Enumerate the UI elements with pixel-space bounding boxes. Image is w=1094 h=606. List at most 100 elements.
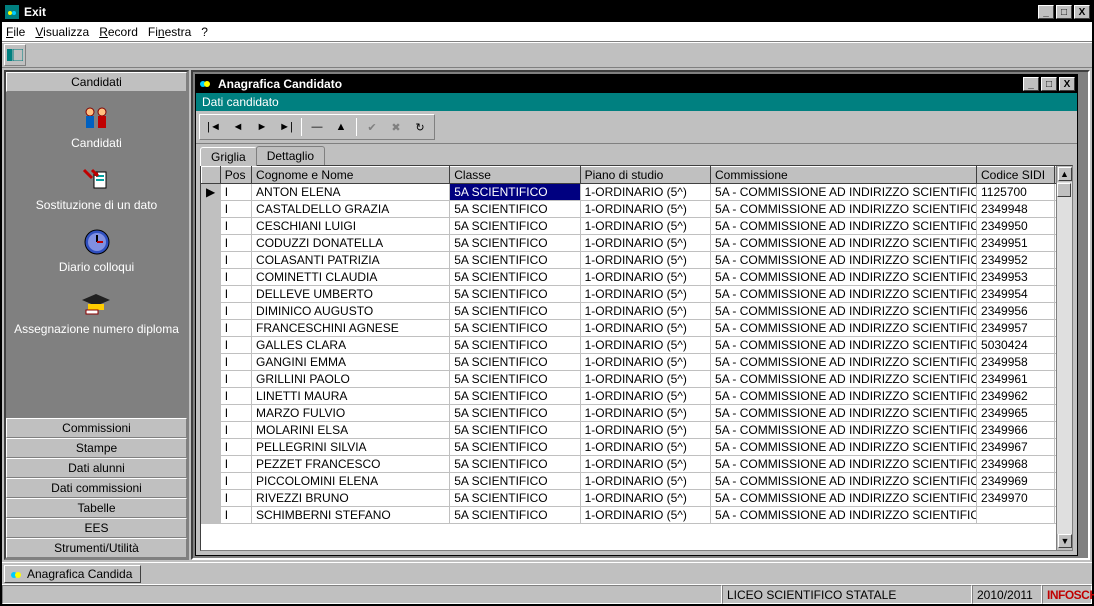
cell-comm[interactable]: 5A - COMMISSIONE AD INDIRIZZO SCIENTIFIC… bbox=[711, 371, 977, 388]
cell-sidi[interactable]: 2349958 bbox=[977, 354, 1055, 371]
cell-piano[interactable]: 1-ORDINARIO (5^) bbox=[580, 388, 710, 405]
cell-comm[interactable]: 5A - COMMISSIONE AD INDIRIZZO SCIENTIFIC… bbox=[711, 201, 977, 218]
cell-piano[interactable]: 1-ORDINARIO (5^) bbox=[580, 371, 710, 388]
table-row[interactable]: ICASTALDELLO GRAZIA5A SCIENTIFICO1-ORDIN… bbox=[202, 201, 1072, 218]
cell-pos[interactable]: I bbox=[220, 371, 251, 388]
menu-help[interactable]: ? bbox=[201, 25, 208, 39]
cell-pos[interactable]: I bbox=[220, 473, 251, 490]
cell-classe[interactable]: 5A SCIENTIFICO bbox=[450, 354, 580, 371]
cell-sidi[interactable]: 2349952 bbox=[977, 252, 1055, 269]
cell-pos[interactable]: I bbox=[220, 201, 251, 218]
cell-pos[interactable]: I bbox=[220, 286, 251, 303]
cell-nome[interactable]: GALLES CLARA bbox=[252, 337, 450, 354]
cell-nome[interactable]: MOLARINI ELSA bbox=[252, 422, 450, 439]
scroll-up-button[interactable]: ▲ bbox=[1058, 167, 1072, 181]
cell-classe[interactable]: 5A SCIENTIFICO bbox=[450, 371, 580, 388]
cell-pos[interactable]: I bbox=[220, 337, 251, 354]
cell-pos[interactable]: I bbox=[220, 507, 251, 524]
cell-sidi[interactable]: 2349968 bbox=[977, 456, 1055, 473]
cell-pos[interactable]: I bbox=[220, 303, 251, 320]
cell-nome[interactable]: GRILLINI PAOLO bbox=[252, 371, 450, 388]
sidebar-button-stampe[interactable]: Stampe bbox=[6, 438, 187, 458]
cell-sidi[interactable]: 2349956 bbox=[977, 303, 1055, 320]
cell-classe[interactable]: 5A SCIENTIFICO bbox=[450, 422, 580, 439]
cell-nome[interactable]: FRANCESCHINI AGNESE bbox=[252, 320, 450, 337]
table-row[interactable]: IPELLEGRINI SILVIA5A SCIENTIFICO1-ORDINA… bbox=[202, 439, 1072, 456]
table-row[interactable]: IGALLES CLARA5A SCIENTIFICO1-ORDINARIO (… bbox=[202, 337, 1072, 354]
cell-piano[interactable]: 1-ORDINARIO (5^) bbox=[580, 218, 710, 235]
cell-sidi[interactable]: 2349965 bbox=[977, 405, 1055, 422]
nav-first-button[interactable]: |◄ bbox=[202, 117, 226, 137]
cell-piano[interactable]: 1-ORDINARIO (5^) bbox=[580, 286, 710, 303]
cell-classe[interactable]: 5A SCIENTIFICO bbox=[450, 456, 580, 473]
table-row[interactable]: IPEZZET FRANCESCO5A SCIENTIFICO1-ORDINAR… bbox=[202, 456, 1072, 473]
cell-classe[interactable]: 5A SCIENTIFICO bbox=[450, 269, 580, 286]
sidebar-header-candidati[interactable]: Candidati bbox=[6, 72, 187, 92]
cell-comm[interactable]: 5A - COMMISSIONE AD INDIRIZZO SCIENTIFIC… bbox=[711, 507, 977, 524]
cell-piano[interactable]: 1-ORDINARIO (5^) bbox=[580, 507, 710, 524]
sidebar-button-dati-alunni[interactable]: Dati alunni bbox=[6, 458, 187, 478]
cell-sidi[interactable]: 2349970 bbox=[977, 490, 1055, 507]
cell-comm[interactable]: 5A - COMMISSIONE AD INDIRIZZO SCIENTIFIC… bbox=[711, 354, 977, 371]
table-row[interactable]: ▶IANTON ELENA5A SCIENTIFICO1-ORDINARIO (… bbox=[202, 184, 1072, 201]
sidebar-button-dati-commissioni[interactable]: Dati commissioni bbox=[6, 478, 187, 498]
cell-piano[interactable]: 1-ORDINARIO (5^) bbox=[580, 269, 710, 286]
insert-button[interactable]: ▲ bbox=[329, 117, 353, 137]
cell-nome[interactable]: PEZZET FRANCESCO bbox=[252, 456, 450, 473]
cancel-button[interactable]: ✖ bbox=[384, 117, 408, 137]
cell-classe[interactable]: 5A SCIENTIFICO bbox=[450, 252, 580, 269]
col-nome[interactable]: Cognome e Nome bbox=[252, 167, 450, 184]
cell-classe[interactable]: 5A SCIENTIFICO bbox=[450, 439, 580, 456]
task-item-anagrafica[interactable]: Anagrafica Candida bbox=[4, 565, 141, 583]
cell-classe[interactable]: 5A SCIENTIFICO bbox=[450, 235, 580, 252]
cell-classe[interactable]: 5A SCIENTIFICO bbox=[450, 303, 580, 320]
child-minimize-button[interactable]: _ bbox=[1023, 77, 1039, 91]
table-row[interactable]: IGRILLINI PAOLO5A SCIENTIFICO1-ORDINARIO… bbox=[202, 371, 1072, 388]
table-row[interactable]: IMOLARINI ELSA5A SCIENTIFICO1-ORDINARIO … bbox=[202, 422, 1072, 439]
cell-classe[interactable]: 5A SCIENTIFICO bbox=[450, 337, 580, 354]
maximize-button[interactable]: □ bbox=[1056, 5, 1072, 19]
sidebar-button-strumenti-utilit-[interactable]: Strumenti/Utilità bbox=[6, 538, 187, 558]
cell-piano[interactable]: 1-ORDINARIO (5^) bbox=[580, 184, 710, 201]
cell-sidi[interactable]: 2349953 bbox=[977, 269, 1055, 286]
cell-comm[interactable]: 5A - COMMISSIONE AD INDIRIZZO SCIENTIFIC… bbox=[711, 439, 977, 456]
cell-pos[interactable]: I bbox=[220, 354, 251, 371]
cell-pos[interactable]: I bbox=[220, 439, 251, 456]
table-row[interactable]: IFRANCESCHINI AGNESE5A SCIENTIFICO1-ORDI… bbox=[202, 320, 1072, 337]
sidebar-button-ees[interactable]: EES bbox=[6, 518, 187, 538]
cell-nome[interactable]: SCHIMBERNI STEFANO bbox=[252, 507, 450, 524]
post-button[interactable]: ✔ bbox=[360, 117, 384, 137]
tab-griglia[interactable]: Griglia bbox=[200, 147, 257, 166]
col-sidi[interactable]: Codice SIDI bbox=[977, 167, 1055, 184]
cell-nome[interactable]: ANTON ELENA bbox=[252, 184, 450, 201]
sidebar-item-sostituzione[interactable]: Sostituzione di un dato bbox=[36, 164, 157, 212]
menu-visualizza[interactable]: Visualizza bbox=[35, 25, 89, 39]
scroll-thumb[interactable] bbox=[1057, 183, 1071, 197]
cell-pos[interactable]: I bbox=[220, 490, 251, 507]
cell-sidi[interactable]: 2349961 bbox=[977, 371, 1055, 388]
scroll-track[interactable] bbox=[1057, 182, 1072, 534]
cell-nome[interactable]: COMINETTI CLAUDIA bbox=[252, 269, 450, 286]
cell-nome[interactable]: GANGINI EMMA bbox=[252, 354, 450, 371]
cell-classe[interactable]: 5A SCIENTIFICO bbox=[450, 473, 580, 490]
cell-comm[interactable]: 5A - COMMISSIONE AD INDIRIZZO SCIENTIFIC… bbox=[711, 405, 977, 422]
cell-classe[interactable]: 5A SCIENTIFICO bbox=[450, 218, 580, 235]
cell-pos[interactable]: I bbox=[220, 252, 251, 269]
cell-comm[interactable]: 5A - COMMISSIONE AD INDIRIZZO SCIENTIFIC… bbox=[711, 388, 977, 405]
cell-comm[interactable]: 5A - COMMISSIONE AD INDIRIZZO SCIENTIFIC… bbox=[711, 337, 977, 354]
cell-nome[interactable]: LINETTI MAURA bbox=[252, 388, 450, 405]
vertical-scrollbar[interactable]: ▲ ▼ bbox=[1056, 166, 1072, 550]
cell-pos[interactable]: I bbox=[220, 320, 251, 337]
table-row[interactable]: ICODUZZI DONATELLA5A SCIENTIFICO1-ORDINA… bbox=[202, 235, 1072, 252]
cell-piano[interactable]: 1-ORDINARIO (5^) bbox=[580, 303, 710, 320]
table-row[interactable]: ILINETTI MAURA5A SCIENTIFICO1-ORDINARIO … bbox=[202, 388, 1072, 405]
sidebar-item-diario[interactable]: Diario colloqui bbox=[59, 226, 134, 274]
main-titlebar[interactable]: Exit _ □ X bbox=[2, 2, 1092, 22]
cell-pos[interactable]: I bbox=[220, 235, 251, 252]
cell-nome[interactable]: RIVEZZI BRUNO bbox=[252, 490, 450, 507]
data-grid[interactable]: Pos Cognome e Nome Classe Piano di studi… bbox=[201, 166, 1072, 524]
cell-classe[interactable]: 5A SCIENTIFICO bbox=[450, 507, 580, 524]
cell-comm[interactable]: 5A - COMMISSIONE AD INDIRIZZO SCIENTIFIC… bbox=[711, 456, 977, 473]
close-button[interactable]: X bbox=[1074, 5, 1090, 19]
nav-next-button[interactable]: ► bbox=[250, 117, 274, 137]
